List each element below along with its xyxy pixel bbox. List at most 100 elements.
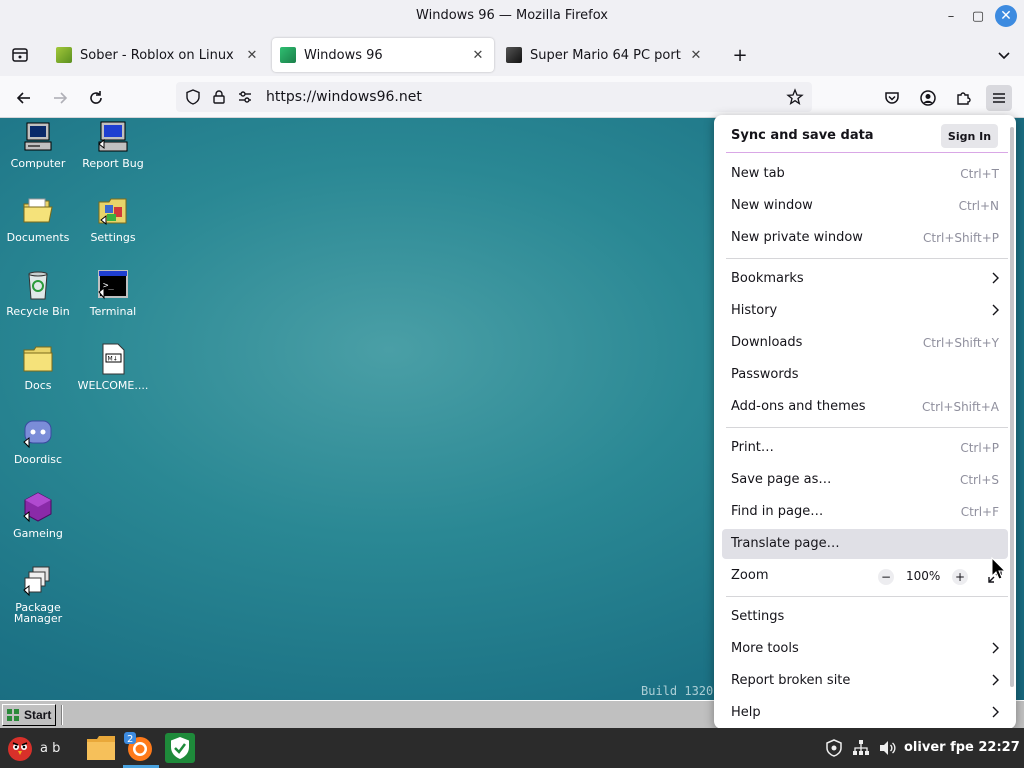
sober-favicon xyxy=(56,47,72,63)
w96-start-button[interactable]: Start xyxy=(2,704,56,726)
new-tab-button[interactable]: + xyxy=(728,43,752,67)
desktop-icon-doordisc[interactable]: Doordisc xyxy=(0,416,76,465)
menu-item-downloads[interactable]: Downloads Ctrl+Shift+Y xyxy=(722,328,1008,358)
package-manager-icon xyxy=(21,564,55,598)
menu-item-label: New private window xyxy=(731,230,863,245)
menu-scrollbar[interactable] xyxy=(1010,127,1014,687)
sign-in-button[interactable]: Sign In xyxy=(941,124,998,148)
menu-item-help[interactable]: Help xyxy=(722,698,1008,728)
menu-item-new-private-window[interactable]: New private window Ctrl+Shift+P xyxy=(722,223,1008,253)
menu-item-shortcut: Ctrl+S xyxy=(959,473,999,487)
menu-item-new-tab[interactable]: New tab Ctrl+T xyxy=(722,159,1008,189)
close-window-button[interactable]: ✕ xyxy=(995,5,1017,27)
menu-item-more-tools[interactable]: More tools xyxy=(722,634,1008,664)
menu-item-addons-themes[interactable]: Add-ons and themes Ctrl+Shift+A xyxy=(722,392,1008,422)
taskbar-files[interactable] xyxy=(86,732,116,764)
security-shield-tray-icon[interactable] xyxy=(825,739,843,757)
tab-strip: Sober - Roblox on Linux ✕ Windows 96 ✕ S… xyxy=(0,34,1024,76)
menu-item-label: Settings xyxy=(731,609,785,624)
menu-item-label: New window xyxy=(731,198,813,213)
close-tab-icon[interactable]: ✕ xyxy=(688,48,704,63)
pocket-icon[interactable] xyxy=(879,85,905,111)
report-bug-icon xyxy=(96,120,130,154)
window-title: Windows 96 — Mozilla Firefox xyxy=(416,8,608,23)
menu-item-translate-page[interactable]: Translate page… xyxy=(722,529,1008,559)
chevron-right-icon xyxy=(992,304,999,316)
tab-sober[interactable]: Sober - Roblox on Linux ✕ xyxy=(48,38,268,72)
mouse-cursor-icon xyxy=(991,557,1007,580)
taskbar-firefox[interactable]: 2 xyxy=(124,732,156,764)
forward-icon[interactable] xyxy=(47,85,73,111)
taskbar-shield-app[interactable] xyxy=(164,732,196,764)
sync-label: Sync and save data xyxy=(731,128,874,143)
chevron-right-icon xyxy=(992,642,999,654)
volume-tray-icon[interactable] xyxy=(878,739,896,757)
minimize-button[interactable]: – xyxy=(940,5,962,27)
menu-separator xyxy=(726,596,1008,597)
network-tray-icon[interactable] xyxy=(852,739,870,757)
desktop-icon-package-manager[interactable]: Package Manager xyxy=(0,564,76,624)
menu-item-report-broken-site[interactable]: Report broken site xyxy=(722,666,1008,696)
svg-text:>_: >_ xyxy=(103,281,114,291)
menu-item-print[interactable]: Print… Ctrl+P xyxy=(722,433,1008,463)
windows96-favicon xyxy=(280,47,296,63)
taskbar-clock[interactable]: oliver fpe 22:27 xyxy=(904,740,1020,755)
desktop-icon-welcome[interactable]: M↓ WELCOME.... xyxy=(75,342,151,391)
desktop-icon-label: Recycle Bin xyxy=(6,305,70,318)
extensions-puzzle-icon[interactable] xyxy=(951,85,977,111)
tab-mario[interactable]: Super Mario 64 PC port (Op ✕ xyxy=(498,38,712,72)
desktop-icon-documents[interactable]: Documents xyxy=(0,194,76,243)
desktop-icon-docs[interactable]: Docs xyxy=(0,342,76,391)
menu-item-passwords[interactable]: Passwords xyxy=(722,360,1008,390)
url-text[interactable]: https://windows96.net xyxy=(266,89,422,105)
permissions-icon[interactable] xyxy=(236,88,254,106)
menu-item-find-in-page[interactable]: Find in page… Ctrl+F xyxy=(722,497,1008,527)
menu-item-shortcut: Ctrl+Shift+P xyxy=(923,231,999,245)
desktop-icon-label: Settings xyxy=(90,231,136,244)
account-icon[interactable] xyxy=(915,85,941,111)
zoom-out-button[interactable]: − xyxy=(878,569,894,585)
menu-item-label: Bookmarks xyxy=(731,271,804,286)
zoom-level[interactable]: 100% xyxy=(906,569,940,583)
menu-item-label: Report broken site xyxy=(731,673,851,688)
url-bar[interactable]: https://windows96.net xyxy=(176,82,812,112)
close-tab-icon[interactable]: ✕ xyxy=(470,48,486,63)
menu-item-bookmarks[interactable]: Bookmarks xyxy=(722,264,1008,294)
desktop-icon-recycle-bin[interactable]: Recycle Bin xyxy=(0,268,76,317)
reload-icon[interactable] xyxy=(83,85,109,111)
chevron-right-icon xyxy=(992,272,999,284)
close-tab-icon[interactable]: ✕ xyxy=(244,48,260,63)
menu-item-label: History xyxy=(731,303,778,318)
tab-label: Sober - Roblox on Linux xyxy=(80,47,234,63)
zoom-in-button[interactable]: + xyxy=(952,569,968,585)
lock-icon[interactable] xyxy=(210,88,228,106)
chevron-right-icon xyxy=(992,706,999,718)
desktop-icon-gameing[interactable]: Gameing xyxy=(0,490,76,539)
menu-item-new-window[interactable]: New window Ctrl+N xyxy=(722,191,1008,221)
w96-start-logo-icon xyxy=(7,709,19,721)
sync-section: Sync and save data Sign In xyxy=(714,115,1010,153)
desktop-icon-terminal[interactable]: >_ Terminal xyxy=(75,268,151,317)
app-launcher-button[interactable] xyxy=(5,732,35,764)
bookmark-star-icon[interactable] xyxy=(786,88,804,106)
os-taskbar: a b 2 oliver fpe 22:27 xyxy=(0,728,1024,768)
desktop-icon-report-bug[interactable]: Report Bug xyxy=(75,120,151,169)
hamburger-menu-icon[interactable] xyxy=(986,85,1012,111)
list-all-tabs-icon[interactable] xyxy=(992,43,1016,67)
tracking-protection-shield-icon[interactable] xyxy=(184,88,202,106)
menu-item-history[interactable]: History xyxy=(722,296,1008,326)
tab-windows96[interactable]: Windows 96 ✕ xyxy=(272,38,494,72)
menu-item-save-page-as[interactable]: Save page as… Ctrl+S xyxy=(722,465,1008,495)
desktop-icon-computer[interactable]: Computer xyxy=(0,120,76,169)
gameing-icon xyxy=(21,490,55,524)
recycle-bin-icon xyxy=(21,268,55,302)
desktop-icon-label: Gameing xyxy=(13,527,63,540)
menu-item-settings[interactable]: Settings xyxy=(722,602,1008,632)
back-icon[interactable] xyxy=(11,85,37,111)
keyboard-layout-indicator[interactable]: a b xyxy=(40,732,60,764)
markdown-file-icon: M↓ xyxy=(96,342,130,376)
maximize-button[interactable]: ▢ xyxy=(967,5,989,27)
desktop-icon-label: Doordisc xyxy=(13,453,63,466)
firefox-view-icon[interactable] xyxy=(8,43,32,67)
desktop-icon-settings[interactable]: Settings xyxy=(75,194,151,243)
